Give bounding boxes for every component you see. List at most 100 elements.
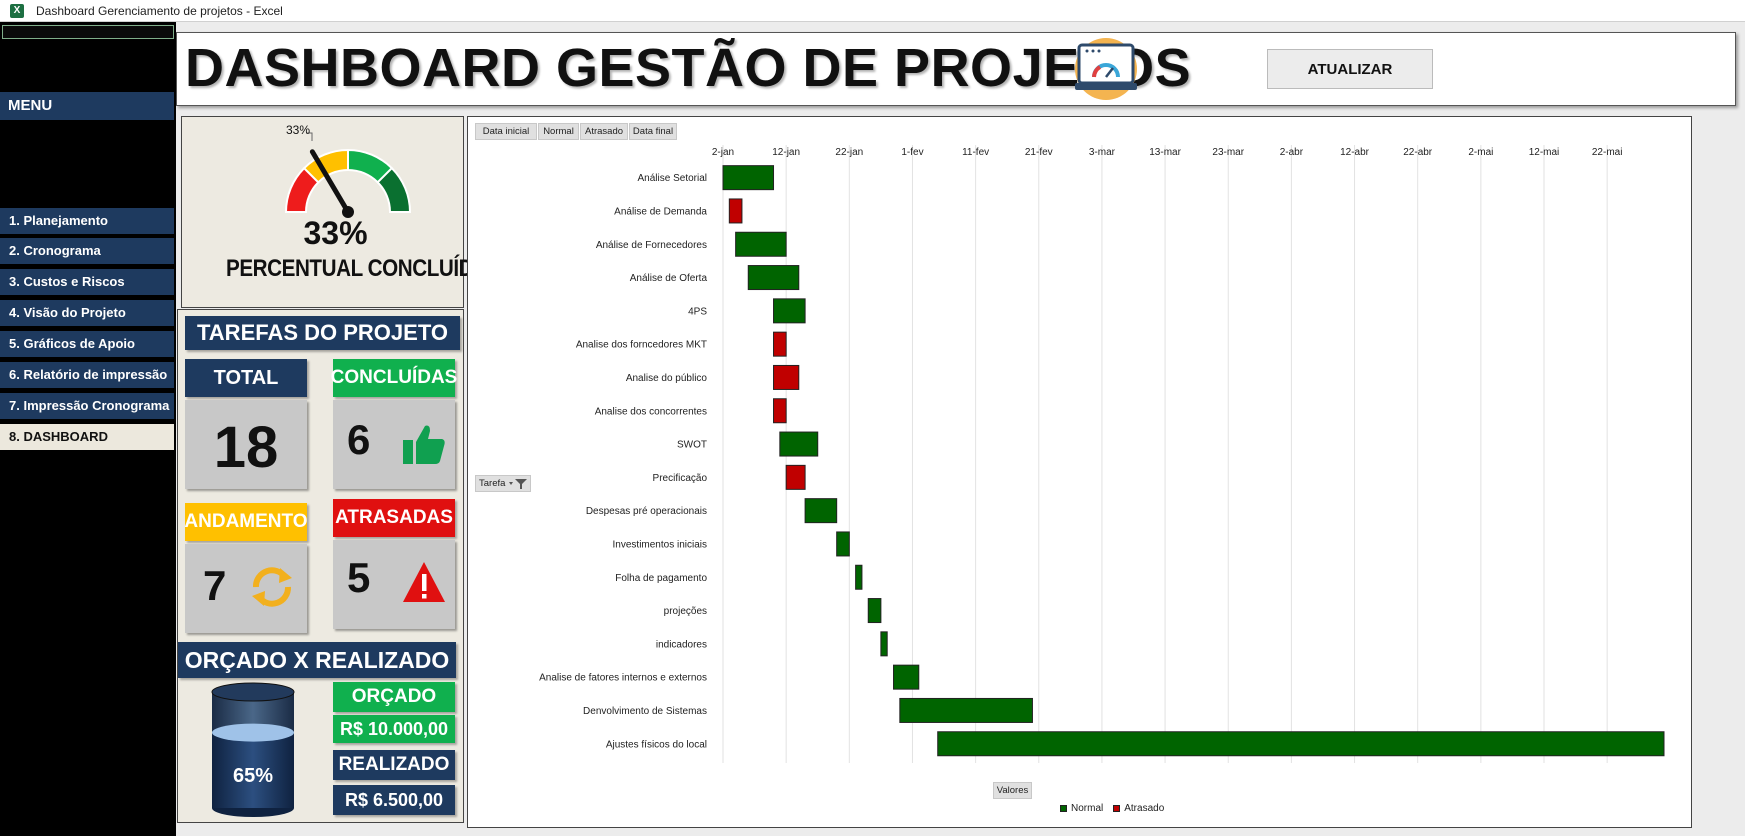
gauge-needle-label: 33%: [286, 123, 310, 137]
budget-cylinder: 65%: [211, 682, 295, 817]
sidebar-item-visao-projeto[interactable]: 4. Visão do Projeto: [0, 300, 174, 326]
dashboard-header: DASHBOARD GESTÃO DE PROJETOS ATUALIZAR: [176, 32, 1736, 106]
gantt-category-labels: Análise Setorial Análise de Demanda Anális…: [539, 173, 707, 750]
gauge-arcs: [284, 148, 412, 213]
gantt-task-label: Folha de pagamento: [615, 573, 707, 584]
gantt-x-tick-label: 2-jan: [712, 147, 734, 158]
gantt-bar: [773, 331, 787, 357]
gantt-x-tick-label: 12-mai: [1529, 147, 1560, 158]
window-titlebar: X Dashboard Gerenciamento de projetos - …: [0, 0, 1745, 22]
late-tasks-header: ATRASADAS: [333, 499, 455, 537]
thumbs-up-icon: [403, 425, 445, 464]
gantt-x-tick-label: 12-jan: [772, 147, 800, 158]
budget-value: R$ 10.000,00: [333, 715, 455, 743]
window-title: Dashboard Gerenciamento de projetos - Ex…: [36, 3, 283, 18]
gantt-task-label: Analise dos concorrentes: [595, 406, 707, 417]
budget-percent: 65%: [233, 765, 273, 787]
sidebar-item-dashboard[interactable]: 8. DASHBOARD: [0, 424, 174, 450]
sidebar-item-cronograma[interactable]: 2. Cronograma: [0, 238, 174, 264]
sidebar-item-planejamento[interactable]: 1. Planejamento: [0, 208, 174, 234]
dashboard-laptop-icon: [1075, 38, 1137, 100]
tasks-panel: TAREFAS DO PROJETO TOTAL 18 CONCLUÍDAS 6…: [177, 309, 464, 823]
gantt-task-label: Análise Setorial: [638, 173, 707, 184]
gantt-task-label: Ajustes físicos do local: [606, 739, 707, 750]
sidebar-item-custos-riscos[interactable]: 3. Custos e Riscos: [0, 269, 174, 295]
gantt-x-tick-label: 23-mar: [1212, 147, 1244, 158]
tasks-title: TAREFAS DO PROJETO: [185, 316, 460, 350]
gantt-chart: 2-jan 12-jan 22-jan 1-fev 11-fev 21-fev 3-mar 1…: [539, 145, 1665, 763]
chart-legend: Normal Atrasado: [1060, 803, 1164, 814]
gantt-task-label: Investimentos iniciais: [613, 539, 707, 550]
gantt-bar: [747, 265, 800, 291]
gantt-chart-panel: Data inicial Normal Atrasado Data final …: [467, 116, 1692, 828]
progress-gauge-panel: 33% 33% PERCENTUAL CONCLUÍDO: [181, 116, 489, 308]
gantt-bar: [773, 364, 800, 390]
gantt-bars: [722, 165, 1665, 757]
in-progress-card: 7: [185, 544, 307, 633]
actual-value: R$ 6.500,00: [333, 785, 455, 815]
gantt-task-label: Análise de Oferta: [630, 273, 708, 284]
name-box-field[interactable]: [2, 25, 174, 39]
in-progress-header: ANDAMENTO: [184, 503, 308, 541]
gantt-bar: [779, 431, 819, 457]
gauge-caption: PERCENTUAL CONCLUÍDO: [226, 255, 489, 282]
done-tasks-card: 6: [333, 400, 455, 489]
total-tasks-value: 18: [213, 415, 279, 480]
gantt-x-tick-label: 1-fev: [901, 147, 923, 158]
sidebar-item-relatorio-impressao[interactable]: 6. Relatório de impressão: [0, 362, 174, 388]
total-tasks-card: 18: [185, 400, 307, 489]
cylinder-fill-surface: [212, 723, 294, 742]
gantt-task-label: Analise de fatores internos e externos: [539, 673, 707, 684]
gantt-bar: [722, 165, 775, 191]
legend-swatch-normal: [1060, 805, 1067, 812]
gantt-x-tick-label: 22-mai: [1592, 147, 1623, 158]
gantt-bar: [785, 464, 806, 490]
gantt-bar: [773, 298, 806, 324]
gantt-bar: [899, 697, 1033, 723]
gantt-task-label: projeções: [664, 606, 707, 617]
warning-icon: [403, 562, 445, 602]
gantt-task-label: Analise do público: [626, 373, 708, 384]
gantt-x-tick-label: 12-abr: [1340, 147, 1370, 158]
gantt-x-tick-label: 21-fev: [1025, 147, 1053, 158]
legend-swatch-late: [1113, 805, 1121, 812]
gantt-task-label: 4PS: [688, 306, 707, 317]
gantt-bar: [880, 631, 888, 657]
values-field-button[interactable]: Valores: [993, 782, 1032, 799]
gantt-x-tick-label: 11-fev: [962, 147, 989, 158]
gantt-task-label: Analise dos forncedores MKT: [576, 340, 707, 351]
sidebar-item-graficos-apoio[interactable]: 5. Gráficos de Apoio: [0, 331, 174, 357]
refresh-cycle-icon: [252, 567, 292, 607]
gantt-bar: [855, 564, 863, 590]
gantt-bar: [804, 498, 838, 524]
in-progress-value: 7: [203, 562, 227, 609]
gantt-task-label: Denvolvimento de Sistemas: [583, 706, 707, 717]
gantt-x-tick-label: 2-mai: [1468, 147, 1493, 158]
refresh-button[interactable]: ATUALIZAR: [1267, 49, 1433, 89]
gantt-bar: [773, 398, 787, 424]
legend-label-late: Atrasado: [1124, 803, 1165, 814]
gantt-x-axis-ticks: 2-jan 12-jan 22-jan 1-fev 11-fev 21-fev 3-mar 1…: [712, 147, 1623, 158]
gantt-x-tick-label: 22-jan: [835, 147, 863, 158]
gantt-bar: [867, 598, 882, 624]
gantt-gridlines: [722, 145, 1608, 763]
gantt-task-label: Análise de Demanda: [614, 206, 707, 217]
gantt-bar: [836, 531, 850, 557]
gantt-task-label: Despesas pré operacionais: [586, 506, 707, 517]
late-tasks-card: 5: [333, 540, 455, 629]
gantt-x-tick-label: 22-abr: [1403, 147, 1433, 158]
page-title: DASHBOARD GESTÃO DE PROJETOS: [185, 38, 1192, 98]
done-tasks-header: CONCLUÍDAS: [331, 359, 457, 397]
total-tasks-header: TOTAL: [185, 359, 307, 397]
menu-heading: MENU: [0, 92, 174, 120]
gantt-x-tick-label: 3-mar: [1089, 147, 1116, 158]
late-tasks-value: 5: [347, 554, 371, 601]
excel-app-icon: X: [10, 3, 24, 18]
done-tasks-value: 6: [347, 416, 371, 463]
gantt-task-label: SWOT: [677, 440, 707, 451]
budget-title: ORÇADO X REALIZADO: [178, 642, 456, 678]
actual-label: REALIZADO: [333, 750, 455, 780]
sidebar-item-impressao-cronograma[interactable]: 7. Impressão Cronograma: [0, 393, 174, 419]
gantt-bar: [893, 664, 920, 690]
gantt-x-tick-label: 2-abr: [1280, 147, 1304, 158]
